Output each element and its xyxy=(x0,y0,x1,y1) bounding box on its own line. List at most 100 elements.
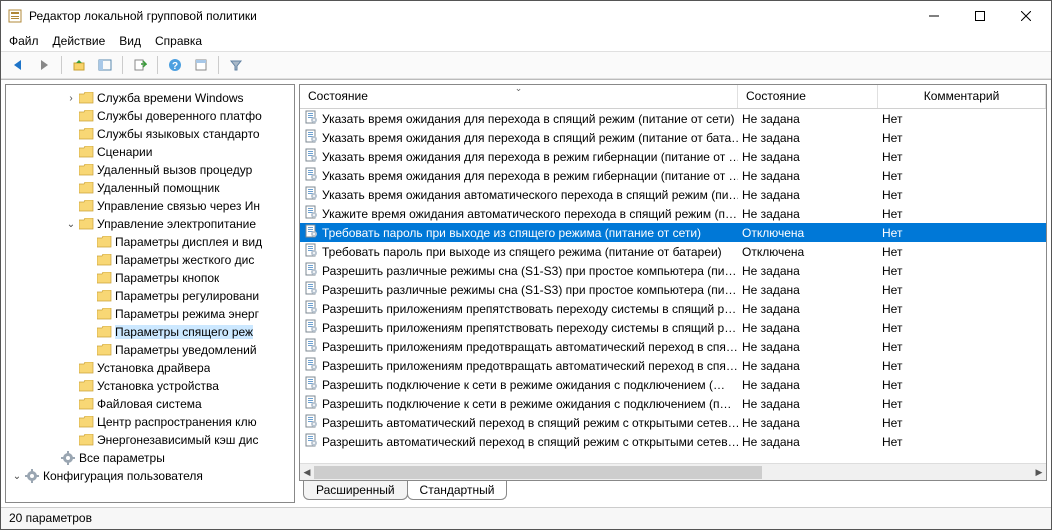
folder-icon xyxy=(78,217,94,231)
tree-item[interactable]: ⌄Управление электропитание xyxy=(6,215,294,233)
properties-button[interactable] xyxy=(190,54,212,76)
setting-name-label: Требовать пароль при выходе из спящего р… xyxy=(322,226,701,240)
list-row[interactable]: Разрешить подключение к сети в режиме ож… xyxy=(300,394,1046,413)
tree-item[interactable]: Управление связью через Ин xyxy=(6,197,294,215)
policy-icon xyxy=(304,414,318,431)
tree-item[interactable]: Параметры кнопок xyxy=(6,269,294,287)
folder-icon xyxy=(96,325,112,339)
tree-item[interactable]: ⌄Конфигурация пользователя xyxy=(6,467,294,485)
tree-item[interactable]: Службы языковых стандарто xyxy=(6,125,294,143)
scroll-left-icon[interactable]: ◀ xyxy=(300,464,314,481)
folder-icon xyxy=(78,199,94,213)
list-row[interactable]: Указать время ожидания для перехода в сп… xyxy=(300,109,1046,128)
tree-item[interactable]: Установка устройства xyxy=(6,377,294,395)
setting-state-cell: Не задана xyxy=(738,188,878,202)
tree-item[interactable]: Энергонезависимый кэш дис xyxy=(6,431,294,449)
forward-button[interactable] xyxy=(33,54,55,76)
list-row[interactable]: Укажите время ожидания автоматического п… xyxy=(300,204,1046,223)
policy-icon xyxy=(304,433,318,450)
minimize-button[interactable] xyxy=(911,1,957,31)
svg-text:?: ? xyxy=(172,61,178,72)
setting-name-cell: Разрешить различные режимы сна (S1-S3) п… xyxy=(300,262,738,279)
menu-action[interactable]: Действие xyxy=(53,34,106,48)
setting-comment-cell: Нет xyxy=(878,378,1046,392)
tree-item[interactable]: Параметры регулировани xyxy=(6,287,294,305)
scroll-thumb[interactable] xyxy=(314,466,762,479)
horizontal-scrollbar[interactable]: ◀ ▶ xyxy=(300,463,1046,480)
setting-name-label: Разрешить различные режимы сна (S1-S3) п… xyxy=(322,283,736,297)
tree-item[interactable]: Параметры жесткого дис xyxy=(6,251,294,269)
menu-help[interactable]: Справка xyxy=(155,34,202,48)
tree-item[interactable]: Параметры уведомлений xyxy=(6,341,294,359)
column-header-comment[interactable]: Комментарий xyxy=(878,85,1046,108)
tree-item-label: Установка устройства xyxy=(97,379,219,393)
statusbar: 20 параметров xyxy=(1,507,1051,529)
list-row[interactable]: Разрешить приложениям препятствовать пер… xyxy=(300,299,1046,318)
tree-item[interactable]: Установка драйвера xyxy=(6,359,294,377)
collapse-icon[interactable]: ⌄ xyxy=(64,219,78,230)
column-header-name[interactable]: Состояние ⌄ xyxy=(300,85,738,108)
list-row[interactable]: Разрешить приложениям предотвращать авто… xyxy=(300,356,1046,375)
tree-item-label: Службы доверенного платфо xyxy=(97,109,262,123)
tab-extended[interactable]: Расширенный xyxy=(303,481,408,500)
list-row[interactable]: Указать время ожидания для перехода в ре… xyxy=(300,166,1046,185)
setting-name-label: Разрешить автоматический переход в спящи… xyxy=(322,416,738,430)
folder-icon xyxy=(78,127,94,141)
tree-item[interactable]: ›Служба времени Windows xyxy=(6,89,294,107)
content-area: ›Служба времени Windows Службы доверенног… xyxy=(1,79,1051,507)
list-row[interactable]: Разрешить различные режимы сна (S1-S3) п… xyxy=(300,261,1046,280)
column-header-state[interactable]: Состояние xyxy=(738,85,878,108)
tree-item[interactable]: Файловая система xyxy=(6,395,294,413)
setting-state-cell: Не задана xyxy=(738,321,878,335)
list-row[interactable]: Разрешить автоматический переход в спящи… xyxy=(300,432,1046,451)
setting-comment-cell: Нет xyxy=(878,131,1046,145)
tree-item[interactable]: Параметры дисплея и вид xyxy=(6,233,294,251)
tree-item[interactable]: Службы доверенного платфо xyxy=(6,107,294,125)
list-body[interactable]: Указать время ожидания для перехода в сп… xyxy=(300,109,1046,463)
tree-pane[interactable]: ›Служба времени Windows Службы доверенног… xyxy=(5,84,295,503)
scroll-right-icon[interactable]: ▶ xyxy=(1032,464,1046,481)
menu-file[interactable]: Файл xyxy=(9,34,39,48)
help-button[interactable]: ? xyxy=(164,54,186,76)
tree-item[interactable]: Удаленный помощник xyxy=(6,179,294,197)
up-level-button[interactable] xyxy=(68,54,90,76)
tree-item[interactable]: Сценарии xyxy=(6,143,294,161)
tree-item[interactable]: Удаленный вызов процедур xyxy=(6,161,294,179)
expand-icon[interactable]: › xyxy=(64,93,78,104)
tree-item[interactable]: Параметры спящего реж xyxy=(6,323,294,341)
list-row[interactable]: Разрешить подключение к сети в режиме ож… xyxy=(300,375,1046,394)
list-row[interactable]: Указать время ожидания для перехода в ре… xyxy=(300,147,1046,166)
setting-comment-cell: Нет xyxy=(878,188,1046,202)
separator-icon xyxy=(157,56,158,74)
tree-item[interactable]: Все параметры xyxy=(6,449,294,467)
list-row[interactable]: Разрешить приложениям препятствовать пер… xyxy=(300,318,1046,337)
menu-view[interactable]: Вид xyxy=(119,34,141,48)
list-row[interactable]: Указать время ожидания автоматического п… xyxy=(300,185,1046,204)
list-row[interactable]: Требовать пароль при выходе из спящего р… xyxy=(300,223,1046,242)
close-button[interactable] xyxy=(1003,1,1049,31)
folder-icon xyxy=(96,343,112,357)
collapse-icon[interactable]: ⌄ xyxy=(10,471,24,482)
list-row[interactable]: Разрешить приложениям предотвращать авто… xyxy=(300,337,1046,356)
list-row[interactable]: Разрешить автоматический переход в спящи… xyxy=(300,413,1046,432)
list-row[interactable]: Разрешить различные режимы сна (S1-S3) п… xyxy=(300,280,1046,299)
maximize-button[interactable] xyxy=(957,1,1003,31)
app-window: Редактор локальной групповой политики Фа… xyxy=(0,0,1052,530)
export-button[interactable] xyxy=(129,54,151,76)
tree-item-label: Установка драйвера xyxy=(97,361,210,375)
list-row[interactable]: Требовать пароль при выходе из спящего р… xyxy=(300,242,1046,261)
filter-button[interactable] xyxy=(225,54,247,76)
back-button[interactable] xyxy=(7,54,29,76)
titlebar: Редактор локальной групповой политики xyxy=(1,1,1051,31)
setting-state-cell: Не задана xyxy=(738,416,878,430)
tab-standard[interactable]: Стандартный xyxy=(407,481,508,500)
folder-icon xyxy=(78,397,94,411)
setting-name-cell: Разрешить подключение к сети в режиме ож… xyxy=(300,395,738,412)
tree-item[interactable]: Параметры режима энерг xyxy=(6,305,294,323)
folder-icon xyxy=(96,235,112,249)
list-row[interactable]: Указать время ожидания для перехода в сп… xyxy=(300,128,1046,147)
toolbar: ? xyxy=(1,51,1051,79)
tree-item[interactable]: Центр распространения клю xyxy=(6,413,294,431)
setting-name-label: Указать время ожидания для перехода в ре… xyxy=(322,169,738,183)
show-hide-tree-button[interactable] xyxy=(94,54,116,76)
